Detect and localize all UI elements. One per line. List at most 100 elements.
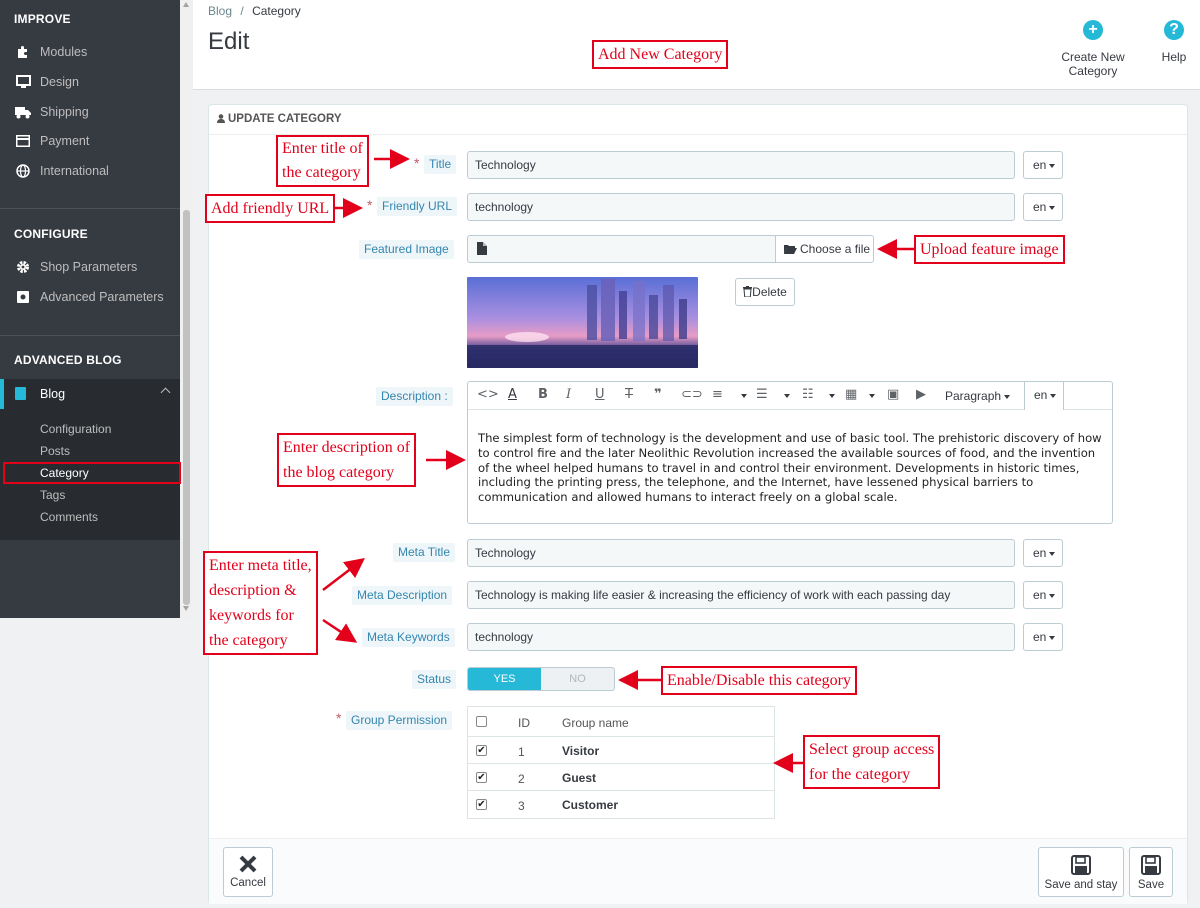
paragraph-format-select[interactable]: Paragraph	[945, 389, 1011, 403]
numbered-list-icon[interactable]: ☷	[802, 387, 814, 402]
meta-title-label: Meta Title	[393, 543, 456, 562]
status-yes-option[interactable]: YES	[468, 668, 541, 690]
panel-title: UPDATE CATEGORY	[228, 113, 342, 125]
image-icon[interactable]: ▣	[887, 387, 899, 402]
sidebar-scrollbar[interactable]	[180, 0, 193, 618]
submenu-item-comments[interactable]: Comments	[40, 510, 98, 524]
update-category-panel: UPDATE CATEGORY * Title Technology en * …	[208, 104, 1188, 904]
description-text[interactable]: The simplest form of technology is the d…	[478, 431, 1108, 505]
annotation-add-new-category: Add New Category	[592, 40, 729, 69]
annotation-enable-disable: Enable/Disable this category	[661, 666, 857, 695]
media-icon[interactable]: ▶	[916, 387, 926, 402]
chevron-up-icon[interactable]	[160, 387, 171, 398]
sidebar-item-shop-parameters[interactable]: Shop Parameters	[14, 255, 137, 279]
italic-icon[interactable]: I	[566, 387, 571, 402]
bold-icon[interactable]: B	[538, 387, 548, 402]
meta-description-language-select[interactable]: en	[1023, 581, 1063, 609]
meta-title-language-select[interactable]: en	[1023, 539, 1063, 567]
text-color-icon[interactable]: A	[508, 387, 517, 402]
caret-down-icon	[1049, 205, 1056, 210]
description-editor[interactable]: <> A B I U T ❞ ⊂⊃ ≡ ☰ ☷ ▦ ▣ ▶ Paragraph …	[467, 381, 1113, 524]
sidebar-item-label: Payment	[40, 134, 90, 148]
sidebar-item-shipping[interactable]: Shipping	[14, 100, 89, 124]
editor-toolbar: <> A B I U T ❞ ⊂⊃ ≡ ☰ ☷ ▦ ▣ ▶ Paragraph …	[468, 382, 1112, 410]
select-all-checkbox[interactable]	[476, 716, 487, 727]
meta-keywords-language-select[interactable]: en	[1023, 623, 1063, 651]
breadcrumb-separator: /	[240, 4, 244, 18]
friendly-url-language-select[interactable]: en	[1023, 193, 1063, 221]
paragraph-label: Paragraph	[945, 389, 1002, 403]
code-view-icon[interactable]: <>	[477, 387, 499, 402]
annotation-line: the blog category	[283, 464, 395, 481]
sidebar-item-design[interactable]: Design	[14, 70, 79, 94]
monitor-icon	[14, 75, 32, 89]
caret-down-icon	[1050, 393, 1057, 398]
sidebar-item-label: Design	[40, 75, 79, 89]
title-input[interactable]: Technology	[467, 151, 1015, 179]
title-label: Title	[424, 155, 457, 174]
annotation-friendly-url: Add friendly URL	[205, 194, 336, 223]
puzzle-icon	[14, 45, 32, 59]
description-language-select[interactable]: en	[1024, 382, 1064, 410]
scroll-up-icon[interactable]	[183, 2, 189, 7]
help-button[interactable]: ? Help	[1159, 20, 1189, 64]
column-header-id: ID	[518, 716, 530, 730]
create-new-category-button[interactable]: + Create New Category	[1037, 20, 1149, 78]
sidebar-item-blog[interactable]: Blog	[0, 379, 180, 409]
save-and-stay-button[interactable]: Save and stay	[1038, 847, 1124, 897]
strikethrough-icon[interactable]: T	[625, 387, 633, 402]
sidebar: IMPROVE Modules Design Shipping Payment …	[0, 0, 180, 618]
annotation-upload-image: Upload feature image	[914, 235, 1065, 264]
friendly-url-input[interactable]: technology	[467, 193, 1015, 221]
annotation-line: description &	[209, 582, 297, 599]
group-permission-label: Group Permission	[346, 711, 453, 730]
meta-keywords-input[interactable]: technology	[467, 623, 1015, 651]
table-icon[interactable]: ▦	[845, 387, 857, 402]
file-path-input[interactable]	[467, 235, 777, 263]
group-checkbox[interactable]: ✔	[476, 799, 487, 810]
caret-down-icon[interactable]	[784, 394, 790, 398]
annotation-line: the category	[282, 164, 361, 181]
meta-title-input[interactable]: Technology	[467, 539, 1015, 567]
breadcrumb-blog[interactable]: Blog	[208, 4, 232, 18]
caret-down-icon[interactable]	[829, 394, 835, 398]
group-checkbox[interactable]: ✔	[476, 745, 487, 756]
delete-image-button[interactable]: Delete	[735, 278, 795, 306]
link-icon[interactable]: ⊂⊃	[681, 387, 703, 402]
sidebar-section-improve: IMPROVE	[14, 12, 71, 26]
save-button[interactable]: Save	[1129, 847, 1173, 897]
underline-icon[interactable]: U	[595, 387, 605, 402]
cancel-button[interactable]: Cancel	[223, 847, 273, 897]
sidebar-item-modules[interactable]: Modules	[14, 40, 87, 64]
submenu-item-tags[interactable]: Tags	[40, 488, 65, 502]
description-label: Description :	[376, 387, 453, 406]
blockquote-icon[interactable]: ❞	[654, 387, 662, 402]
meta-description-input[interactable]: Technology is making life easier & incre…	[467, 581, 1015, 609]
group-permission-table: ID Group name ✔ 1 Visitor ✔ 2 Guest ✔ 3 …	[467, 706, 775, 819]
caret-down-icon	[1004, 394, 1011, 399]
submenu-item-posts[interactable]: Posts	[40, 444, 70, 458]
sidebar-item-payment[interactable]: Payment	[14, 129, 89, 153]
caret-down-icon	[1049, 635, 1056, 640]
status-switch[interactable]: YES NO	[467, 667, 615, 691]
status-no-option[interactable]: NO	[541, 668, 614, 690]
sidebar-item-advanced-parameters[interactable]: Advanced Parameters	[14, 285, 164, 309]
caret-down-icon[interactable]	[741, 394, 747, 398]
sidebar-item-label: Modules	[40, 45, 88, 59]
caret-down-icon[interactable]	[869, 394, 875, 398]
align-icon[interactable]: ≡	[712, 387, 723, 402]
choose-file-button[interactable]: Choose a file	[775, 235, 874, 263]
plus-circle-icon: +	[1083, 20, 1103, 40]
cog-box-icon	[14, 290, 32, 304]
group-name: Guest	[562, 771, 597, 785]
scroll-down-icon[interactable]	[183, 606, 189, 611]
meta-description-label: Meta Description	[352, 586, 453, 605]
title-language-select[interactable]: en	[1023, 151, 1063, 179]
annotation-enter-title: Enter title of the category	[276, 135, 369, 187]
sidebar-section-configure: CONFIGURE	[14, 227, 88, 241]
submenu-item-configuration[interactable]: Configuration	[40, 422, 111, 436]
group-checkbox[interactable]: ✔	[476, 772, 487, 783]
sidebar-item-international[interactable]: International	[14, 159, 109, 183]
scrollbar-thumb[interactable]	[183, 210, 190, 605]
bullet-list-icon[interactable]: ☰	[756, 387, 768, 402]
